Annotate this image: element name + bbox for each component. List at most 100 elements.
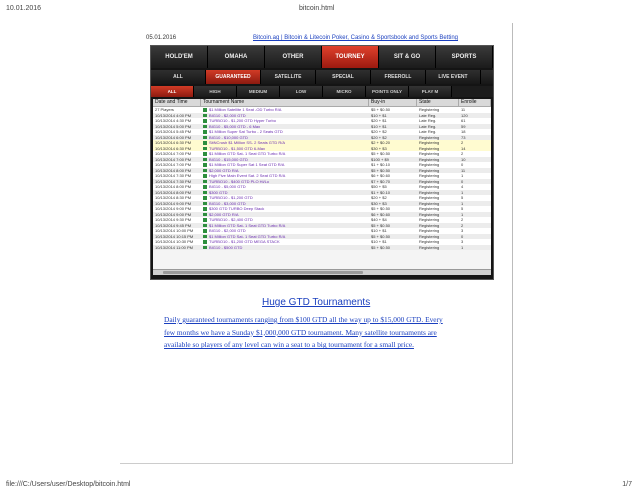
filter-tab-guaranteed[interactable]: GUARANTEED <box>206 70 261 84</box>
tab-tourney[interactable]: TOURNEY <box>322 46 379 68</box>
cell-text: $10 + $1 <box>371 112 387 118</box>
cell-text: 61 <box>461 118 466 123</box>
tab-other[interactable]: OTHER <box>265 46 322 68</box>
cell-text: 10 <box>461 156 466 162</box>
cell-text: Registering <box>419 167 440 173</box>
cell-text: Registering <box>419 189 440 195</box>
stake-tab-medium[interactable]: MEDIUM <box>237 86 280 97</box>
cell-text: Registering <box>419 217 440 222</box>
column-header-date-and-time[interactable]: Date and Time <box>153 99 201 106</box>
table-row[interactable]: 10/13/2014 11:00 PM BIG10 - $500 GTD $5 + … <box>153 244 491 251</box>
table-body: 27 Players $1 Million Satellite 1 Seat -O… <box>153 107 491 250</box>
cell-text: SitNCrush $1 Million SS- 2 Seats GTD R/A <box>209 140 286 145</box>
cell-text: 3 <box>461 239 464 244</box>
cell-text: $5 + $0.50 <box>371 206 391 211</box>
column-header-state[interactable]: State <box>417 99 459 106</box>
cell-text: $7 + $0.70 <box>371 178 391 184</box>
cell-text: $20 + $2 <box>371 134 387 140</box>
print-footer-path: file:///C:/Users/user/Desktop/bitcoin.ht… <box>6 481 131 488</box>
cell-text: 10/13/2014 5:00 PM <box>155 123 192 129</box>
tab-sports[interactable]: SPORTS <box>436 46 493 68</box>
cell-text: Registering <box>419 239 440 244</box>
tab-casi[interactable]: CASI <box>493 46 494 68</box>
cell-text: 10/13/2014 9:45 PM <box>155 222 192 228</box>
horizontal-scrollbar[interactable] <box>153 269 491 275</box>
cell-text: TURBO10 - $400 GTD PLO Hi/Lo <box>209 178 270 184</box>
filter-tab-live-event[interactable]: LIVE EVENT <box>426 70 481 84</box>
column-header-enrolle[interactable]: Enrolle <box>459 99 491 106</box>
cell-text: 10/13/2014 6:30 PM <box>155 145 192 151</box>
cell-text: BIG10 - $10,000 GTD <box>209 134 248 140</box>
game-icon <box>203 163 207 167</box>
cell-text: $5 + $0.50 <box>371 167 391 173</box>
table-cell: 1 <box>459 245 491 251</box>
stake-tab-play-m[interactable]: PLAY M <box>409 86 452 97</box>
stake-tab-low[interactable]: LOW <box>280 86 323 97</box>
stake-tab-micro[interactable]: MICRO <box>323 86 366 97</box>
cell-text: High Five Main Event Sat. 2 Seat GTD R/A <box>209 173 286 178</box>
cell-text: $10 + $1 <box>371 228 387 233</box>
article-title[interactable]: Huge GTD Tournaments <box>262 297 370 308</box>
cell-text: BIG10 - $500 GTD <box>209 244 243 250</box>
tab-sit-go[interactable]: SIT & GO <box>379 46 436 68</box>
cell-text: TURBO10 - $2,400 GTD <box>209 217 253 222</box>
stake-tab-high[interactable]: HIGH <box>194 86 237 97</box>
cell-text: Registering <box>419 228 440 233</box>
stake-tab-points-only[interactable]: POINTS ONLY <box>366 86 409 97</box>
game-icon <box>203 108 207 112</box>
cell-text: 10/13/2014 7:30 PM <box>155 173 192 178</box>
cell-text: $1 Million GTD Sat- 1 Seat GTD Turbo R/A <box>209 233 286 239</box>
cell-text: $30 + $3 <box>371 145 387 151</box>
cell-text: $2,000 GTD R/A <box>209 211 239 217</box>
game-icon <box>203 234 207 239</box>
filter-tab-all[interactable]: ALL <box>151 70 206 84</box>
cell-text: Registering <box>419 211 440 217</box>
cell-text: Registering <box>419 233 440 239</box>
cell-text: BIG10 - $5,000 GTD - 6 Max <box>209 123 261 129</box>
cell-text: $20 + $2 <box>371 195 387 200</box>
cell-text: 11 <box>461 107 466 112</box>
stakes-filter-tabs: ALL HIGH MEDIUM LOW MICRO POINTS ONLY PLAY M <box>151 86 493 97</box>
cell-text: 10/13/2014 10:15 PM <box>155 233 194 239</box>
cell-text: TURBO10 - $1,500 GTD 6-Max <box>209 145 266 151</box>
site-link[interactable]: Bitcoin.ag | Bitcoin & Litecoin Poker, C… <box>253 35 458 41</box>
scrollbar-thumb[interactable] <box>163 271 363 274</box>
tab-hold-em[interactable]: HOLD'EM <box>151 46 208 68</box>
game-icon <box>203 229 207 233</box>
cell-text: 2 <box>461 217 464 222</box>
cell-text: Registering <box>419 145 440 151</box>
filter-tab-freeroll[interactable]: FREEROLL <box>371 70 426 84</box>
cell-text: 10/13/2014 6:30 PM <box>155 140 192 145</box>
cell-text: 18 <box>461 129 466 134</box>
game-icon <box>203 152 207 156</box>
cell-text: $20 + $1 <box>371 118 387 123</box>
filter-tab-special[interactable]: SPECIAL <box>316 70 371 84</box>
cell-text: TURBO10 - $1,200 GTD <box>209 195 253 200</box>
cell-text: 0 <box>461 162 464 167</box>
cell-text: $100 + $9 <box>371 156 389 162</box>
tab-omaha[interactable]: OMAHA <box>208 46 265 68</box>
cell-text: BIG10 - $2,000 GTD <box>209 112 246 118</box>
table-header: Date and Time Tournament Name Buy-in State E… <box>153 99 491 107</box>
cell-text: $5 + $0.50 <box>371 233 391 239</box>
cell-text: BIG10 - $5,000 GTD <box>209 184 246 189</box>
cell-text: $20 + $2 <box>371 129 387 134</box>
game-icon <box>203 196 207 200</box>
game-icon <box>203 168 207 173</box>
cell-text: 10/13/2014 4:30 PM <box>155 118 192 123</box>
game-icon <box>203 185 207 189</box>
cell-text: BIG10 - $2,000 GTD <box>209 228 246 233</box>
article-body[interactable]: Daily guaranteed tournaments ranging fro… <box>164 314 449 352</box>
stake-tab-all[interactable]: ALL <box>151 86 194 97</box>
cell-text: $2,000 GTD R/A <box>209 167 239 173</box>
column-header-buy-in[interactable]: Buy-in <box>369 99 417 106</box>
print-header-title: bitcoin.html <box>299 5 335 12</box>
column-header-tournament-name[interactable]: Tournament Name <box>201 99 369 106</box>
filter-tab-priv[interactable]: PRIV <box>481 70 493 84</box>
game-icon <box>203 174 207 178</box>
filter-tab-satellite[interactable]: SATELLITE <box>261 70 316 84</box>
cell-text: $1 + $0.10 <box>371 162 391 167</box>
cell-text: Registering <box>419 206 440 211</box>
cell-text: 10/13/2014 8:00 PM <box>155 189 192 195</box>
cell-text: 2 <box>461 151 464 156</box>
